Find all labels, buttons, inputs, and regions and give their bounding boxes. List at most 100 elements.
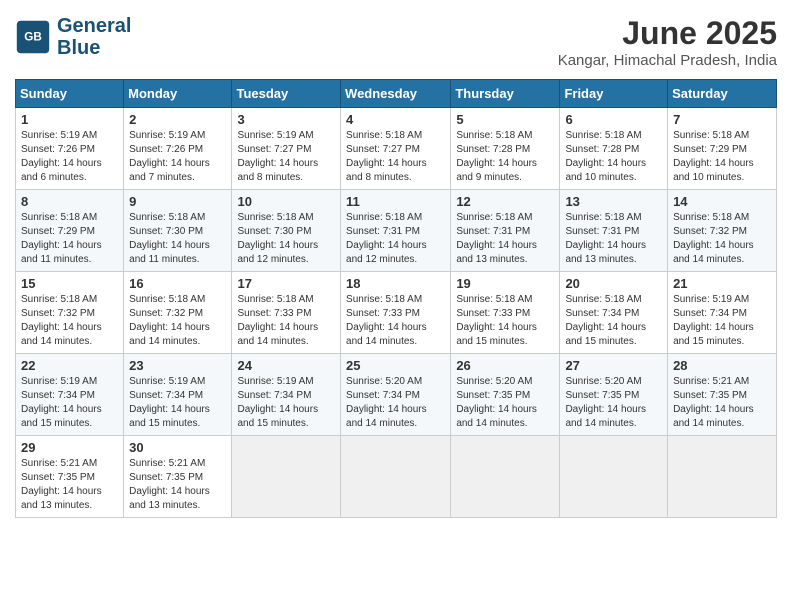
day-number: 11	[346, 194, 445, 209]
day-cell: 28 Sunrise: 5:21 AM Sunset: 7:35 PM Dayl…	[668, 354, 777, 436]
day-number: 2	[129, 112, 226, 127]
cell-content: Sunrise: 5:18 AM Sunset: 7:31 PM Dayligh…	[456, 211, 554, 267]
day-cell: 19 Sunrise: 5:18 AM Sunset: 7:33 PM Dayl…	[451, 272, 560, 354]
cell-content: Sunrise: 5:20 AM Sunset: 7:35 PM Dayligh…	[456, 375, 554, 431]
cell-content: Sunrise: 5:19 AM Sunset: 7:27 PM Dayligh…	[237, 129, 335, 185]
cell-content: Sunrise: 5:20 AM Sunset: 7:34 PM Dayligh…	[346, 375, 445, 431]
day-cell	[560, 436, 668, 518]
day-cell: 8 Sunrise: 5:18 AM Sunset: 7:29 PM Dayli…	[16, 190, 124, 272]
day-number: 17	[237, 276, 335, 291]
day-cell: 7 Sunrise: 5:18 AM Sunset: 7:29 PM Dayli…	[668, 108, 777, 190]
cell-content: Sunrise: 5:18 AM Sunset: 7:28 PM Dayligh…	[565, 129, 662, 185]
cell-content: Sunrise: 5:18 AM Sunset: 7:28 PM Dayligh…	[456, 129, 554, 185]
day-cell: 27 Sunrise: 5:20 AM Sunset: 7:35 PM Dayl…	[560, 354, 668, 436]
cell-content: Sunrise: 5:21 AM Sunset: 7:35 PM Dayligh…	[673, 375, 771, 431]
day-cell: 24 Sunrise: 5:19 AM Sunset: 7:34 PM Dayl…	[232, 354, 341, 436]
week-row-3: 15 Sunrise: 5:18 AM Sunset: 7:32 PM Dayl…	[16, 272, 777, 354]
day-cell: 13 Sunrise: 5:18 AM Sunset: 7:31 PM Dayl…	[560, 190, 668, 272]
logo-icon: GB	[15, 19, 51, 55]
week-row-2: 8 Sunrise: 5:18 AM Sunset: 7:29 PM Dayli…	[16, 190, 777, 272]
day-cell: 22 Sunrise: 5:19 AM Sunset: 7:34 PM Dayl…	[16, 354, 124, 436]
cell-content: Sunrise: 5:18 AM Sunset: 7:31 PM Dayligh…	[565, 211, 662, 267]
day-number: 8	[21, 194, 118, 209]
day-cell: 20 Sunrise: 5:18 AM Sunset: 7:34 PM Dayl…	[560, 272, 668, 354]
day-cell: 21 Sunrise: 5:19 AM Sunset: 7:34 PM Dayl…	[668, 272, 777, 354]
day-cell: 30 Sunrise: 5:21 AM Sunset: 7:35 PM Dayl…	[124, 436, 232, 518]
day-cell: 6 Sunrise: 5:18 AM Sunset: 7:28 PM Dayli…	[560, 108, 668, 190]
day-cell: 15 Sunrise: 5:18 AM Sunset: 7:32 PM Dayl…	[16, 272, 124, 354]
col-header-thursday: Thursday	[451, 80, 560, 108]
day-number: 12	[456, 194, 554, 209]
col-header-sunday: Sunday	[16, 80, 124, 108]
cell-content: Sunrise: 5:21 AM Sunset: 7:35 PM Dayligh…	[129, 457, 226, 513]
header: GB General Blue June 2025 Kangar, Himach…	[15, 15, 777, 69]
col-header-tuesday: Tuesday	[232, 80, 341, 108]
day-cell: 17 Sunrise: 5:18 AM Sunset: 7:33 PM Dayl…	[232, 272, 341, 354]
day-number: 29	[21, 440, 118, 455]
cell-content: Sunrise: 5:18 AM Sunset: 7:30 PM Dayligh…	[129, 211, 226, 267]
day-cell: 12 Sunrise: 5:18 AM Sunset: 7:31 PM Dayl…	[451, 190, 560, 272]
cell-content: Sunrise: 5:18 AM Sunset: 7:32 PM Dayligh…	[673, 211, 771, 267]
day-number: 21	[673, 276, 771, 291]
day-cell: 16 Sunrise: 5:18 AM Sunset: 7:32 PM Dayl…	[124, 272, 232, 354]
logo-line2: Blue	[57, 37, 100, 59]
col-header-saturday: Saturday	[668, 80, 777, 108]
title-area: June 2025 Kangar, Himachal Pradesh, Indi…	[558, 15, 777, 69]
day-number: 25	[346, 358, 445, 373]
cell-content: Sunrise: 5:19 AM Sunset: 7:26 PM Dayligh…	[129, 129, 226, 185]
day-number: 22	[21, 358, 118, 373]
day-number: 19	[456, 276, 554, 291]
col-header-monday: Monday	[124, 80, 232, 108]
day-number: 3	[237, 112, 335, 127]
day-number: 23	[129, 358, 226, 373]
day-cell: 25 Sunrise: 5:20 AM Sunset: 7:34 PM Dayl…	[341, 354, 451, 436]
cell-content: Sunrise: 5:19 AM Sunset: 7:34 PM Dayligh…	[237, 375, 335, 431]
day-number: 26	[456, 358, 554, 373]
cell-content: Sunrise: 5:18 AM Sunset: 7:33 PM Dayligh…	[237, 293, 335, 349]
cell-content: Sunrise: 5:18 AM Sunset: 7:33 PM Dayligh…	[456, 293, 554, 349]
day-number: 5	[456, 112, 554, 127]
day-number: 16	[129, 276, 226, 291]
day-number: 14	[673, 194, 771, 209]
day-cell: 11 Sunrise: 5:18 AM Sunset: 7:31 PM Dayl…	[341, 190, 451, 272]
day-cell: 4 Sunrise: 5:18 AM Sunset: 7:27 PM Dayli…	[341, 108, 451, 190]
cell-content: Sunrise: 5:18 AM Sunset: 7:32 PM Dayligh…	[129, 293, 226, 349]
day-number: 13	[565, 194, 662, 209]
day-cell: 2 Sunrise: 5:19 AM Sunset: 7:26 PM Dayli…	[124, 108, 232, 190]
cell-content: Sunrise: 5:18 AM Sunset: 7:32 PM Dayligh…	[21, 293, 118, 349]
day-cell: 3 Sunrise: 5:19 AM Sunset: 7:27 PM Dayli…	[232, 108, 341, 190]
cell-content: Sunrise: 5:18 AM Sunset: 7:27 PM Dayligh…	[346, 129, 445, 185]
week-row-1: 1 Sunrise: 5:19 AM Sunset: 7:26 PM Dayli…	[16, 108, 777, 190]
cell-content: Sunrise: 5:19 AM Sunset: 7:34 PM Dayligh…	[21, 375, 118, 431]
cell-content: Sunrise: 5:18 AM Sunset: 7:34 PM Dayligh…	[565, 293, 662, 349]
month-title: June 2025	[558, 15, 777, 52]
calendar-table: SundayMondayTuesdayWednesdayThursdayFrid…	[15, 79, 777, 518]
logo-text: General Blue	[57, 15, 131, 59]
week-row-4: 22 Sunrise: 5:19 AM Sunset: 7:34 PM Dayl…	[16, 354, 777, 436]
day-number: 18	[346, 276, 445, 291]
logo-line1: General	[57, 15, 131, 37]
cell-content: Sunrise: 5:21 AM Sunset: 7:35 PM Dayligh…	[21, 457, 118, 513]
day-cell	[341, 436, 451, 518]
week-row-5: 29 Sunrise: 5:21 AM Sunset: 7:35 PM Dayl…	[16, 436, 777, 518]
day-number: 6	[565, 112, 662, 127]
day-cell: 26 Sunrise: 5:20 AM Sunset: 7:35 PM Dayl…	[451, 354, 560, 436]
day-number: 27	[565, 358, 662, 373]
cell-content: Sunrise: 5:19 AM Sunset: 7:34 PM Dayligh…	[673, 293, 771, 349]
cell-content: Sunrise: 5:19 AM Sunset: 7:26 PM Dayligh…	[21, 129, 118, 185]
cell-content: Sunrise: 5:19 AM Sunset: 7:34 PM Dayligh…	[129, 375, 226, 431]
day-cell: 10 Sunrise: 5:18 AM Sunset: 7:30 PM Dayl…	[232, 190, 341, 272]
day-cell: 18 Sunrise: 5:18 AM Sunset: 7:33 PM Dayl…	[341, 272, 451, 354]
cell-content: Sunrise: 5:18 AM Sunset: 7:33 PM Dayligh…	[346, 293, 445, 349]
logo: GB General Blue	[15, 15, 131, 59]
day-cell	[668, 436, 777, 518]
day-number: 10	[237, 194, 335, 209]
cell-content: Sunrise: 5:18 AM Sunset: 7:31 PM Dayligh…	[346, 211, 445, 267]
cell-content: Sunrise: 5:18 AM Sunset: 7:30 PM Dayligh…	[237, 211, 335, 267]
col-header-friday: Friday	[560, 80, 668, 108]
header-row: SundayMondayTuesdayWednesdayThursdayFrid…	[16, 80, 777, 108]
day-number: 4	[346, 112, 445, 127]
location-title: Kangar, Himachal Pradesh, India	[558, 52, 777, 69]
day-number: 1	[21, 112, 118, 127]
day-number: 20	[565, 276, 662, 291]
